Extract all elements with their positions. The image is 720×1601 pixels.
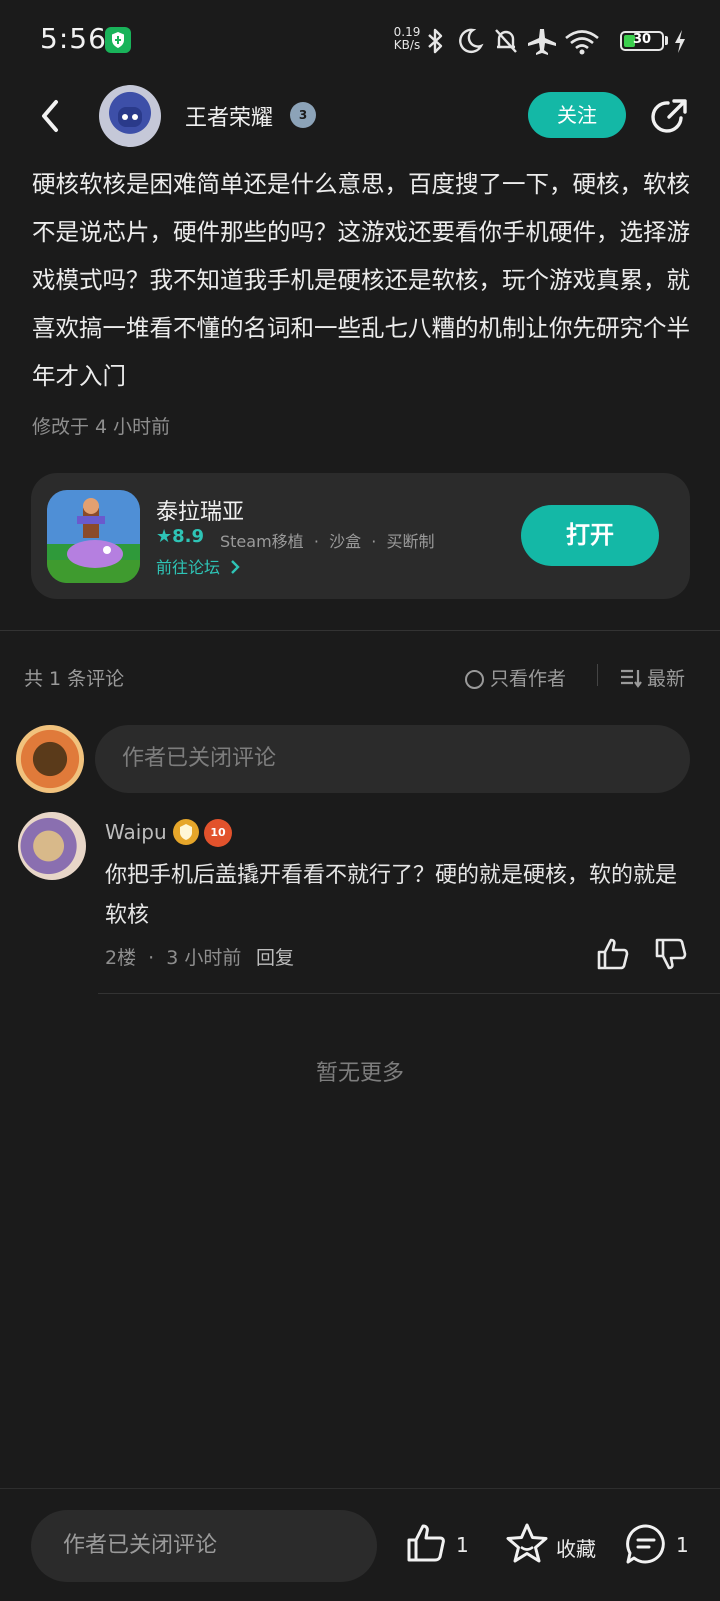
- game-icon[interactable]: [47, 490, 140, 583]
- divider: [0, 630, 720, 631]
- game-rating: ★8.9: [156, 526, 204, 547]
- my-avatar: [16, 725, 84, 793]
- mute-bell-icon: [495, 29, 517, 53]
- bottom-bar-divider: [0, 1488, 720, 1489]
- radio-icon: [465, 670, 484, 689]
- sort-separator: [597, 664, 598, 686]
- author-avatar[interactable]: [99, 85, 161, 147]
- no-more-text: 暂无更多: [315, 1061, 404, 1086]
- moon-icon: [459, 28, 484, 53]
- comment-like-icon[interactable]: [596, 937, 630, 971]
- comment-count: 共 1 条评论: [24, 668, 125, 690]
- commenter-avatar[interactable]: [18, 812, 86, 880]
- comment-icon[interactable]: [624, 1522, 668, 1566]
- open-game-button[interactable]: 打开: [521, 505, 659, 566]
- game-rating-value: 8.9: [172, 526, 205, 547]
- wifi-icon: [565, 30, 599, 55]
- battery-cap: [665, 36, 668, 45]
- author-only-label: 只看作者: [490, 668, 567, 690]
- share-icon[interactable]: [648, 96, 690, 138]
- like-icon[interactable]: [405, 1522, 447, 1564]
- chevron-right-icon: [231, 560, 240, 574]
- net-speed: 0.19 KB/s: [393, 25, 421, 52]
- battery-indicator: 30: [620, 31, 664, 51]
- level-badge-icon: 10: [204, 819, 232, 847]
- reply-button[interactable]: 回复: [256, 943, 294, 970]
- bluetooth-icon: [428, 28, 443, 54]
- post-edited-time: 修改于 4 小时前: [32, 416, 171, 438]
- sort-icon: [621, 669, 642, 688]
- favorite-star-icon[interactable]: [505, 1522, 549, 1566]
- comment-count-bottom: 1: [676, 1533, 689, 1557]
- comment-dislike-icon[interactable]: [654, 937, 688, 971]
- favorite-label[interactable]: 收藏: [556, 1533, 596, 1562]
- level-badge: 3: [290, 102, 316, 128]
- comment-divider: [98, 993, 720, 994]
- status-time: 5:56: [40, 22, 107, 55]
- medal-badge-icon: [173, 819, 199, 845]
- star-icon: ★: [156, 526, 173, 547]
- commenter-name[interactable]: Waipu: [105, 820, 167, 844]
- sort-latest-button[interactable]: 最新: [620, 664, 685, 691]
- comment-text: 你把手机后盖撬开看看不就行了？硬的就是硬核，软的就是软核: [105, 863, 678, 928]
- forum-link-label: 前往论坛: [156, 558, 221, 577]
- bottom-comment-input: 作者已关闭评论: [31, 1510, 377, 1582]
- post-body: 硬核软核是困难简单还是什么意思，百度搜了一下，硬核，软核不是说芯片，硬件那些的吗…: [32, 170, 690, 390]
- charging-icon: [675, 30, 685, 53]
- like-count: 1: [456, 1533, 469, 1557]
- forum-link[interactable]: 前往论坛: [156, 554, 241, 578]
- comment-meta: 2楼 · 3 小时前: [105, 947, 242, 969]
- follow-button[interactable]: 关注: [528, 92, 626, 138]
- back-arrow-icon[interactable]: [34, 96, 66, 136]
- author-name[interactable]: 王者荣耀: [185, 100, 273, 132]
- comment-input-disabled: 作者已关闭评论: [95, 725, 690, 793]
- shield-icon: [105, 27, 131, 53]
- game-title: 泰拉瑞亚: [156, 500, 245, 525]
- sort-latest-label: 最新: [647, 668, 686, 690]
- author-only-toggle[interactable]: 只看作者: [465, 664, 566, 691]
- airplane-icon: [528, 29, 556, 55]
- game-tags: Steam移植 · 沙盒 · 买断制: [220, 532, 435, 551]
